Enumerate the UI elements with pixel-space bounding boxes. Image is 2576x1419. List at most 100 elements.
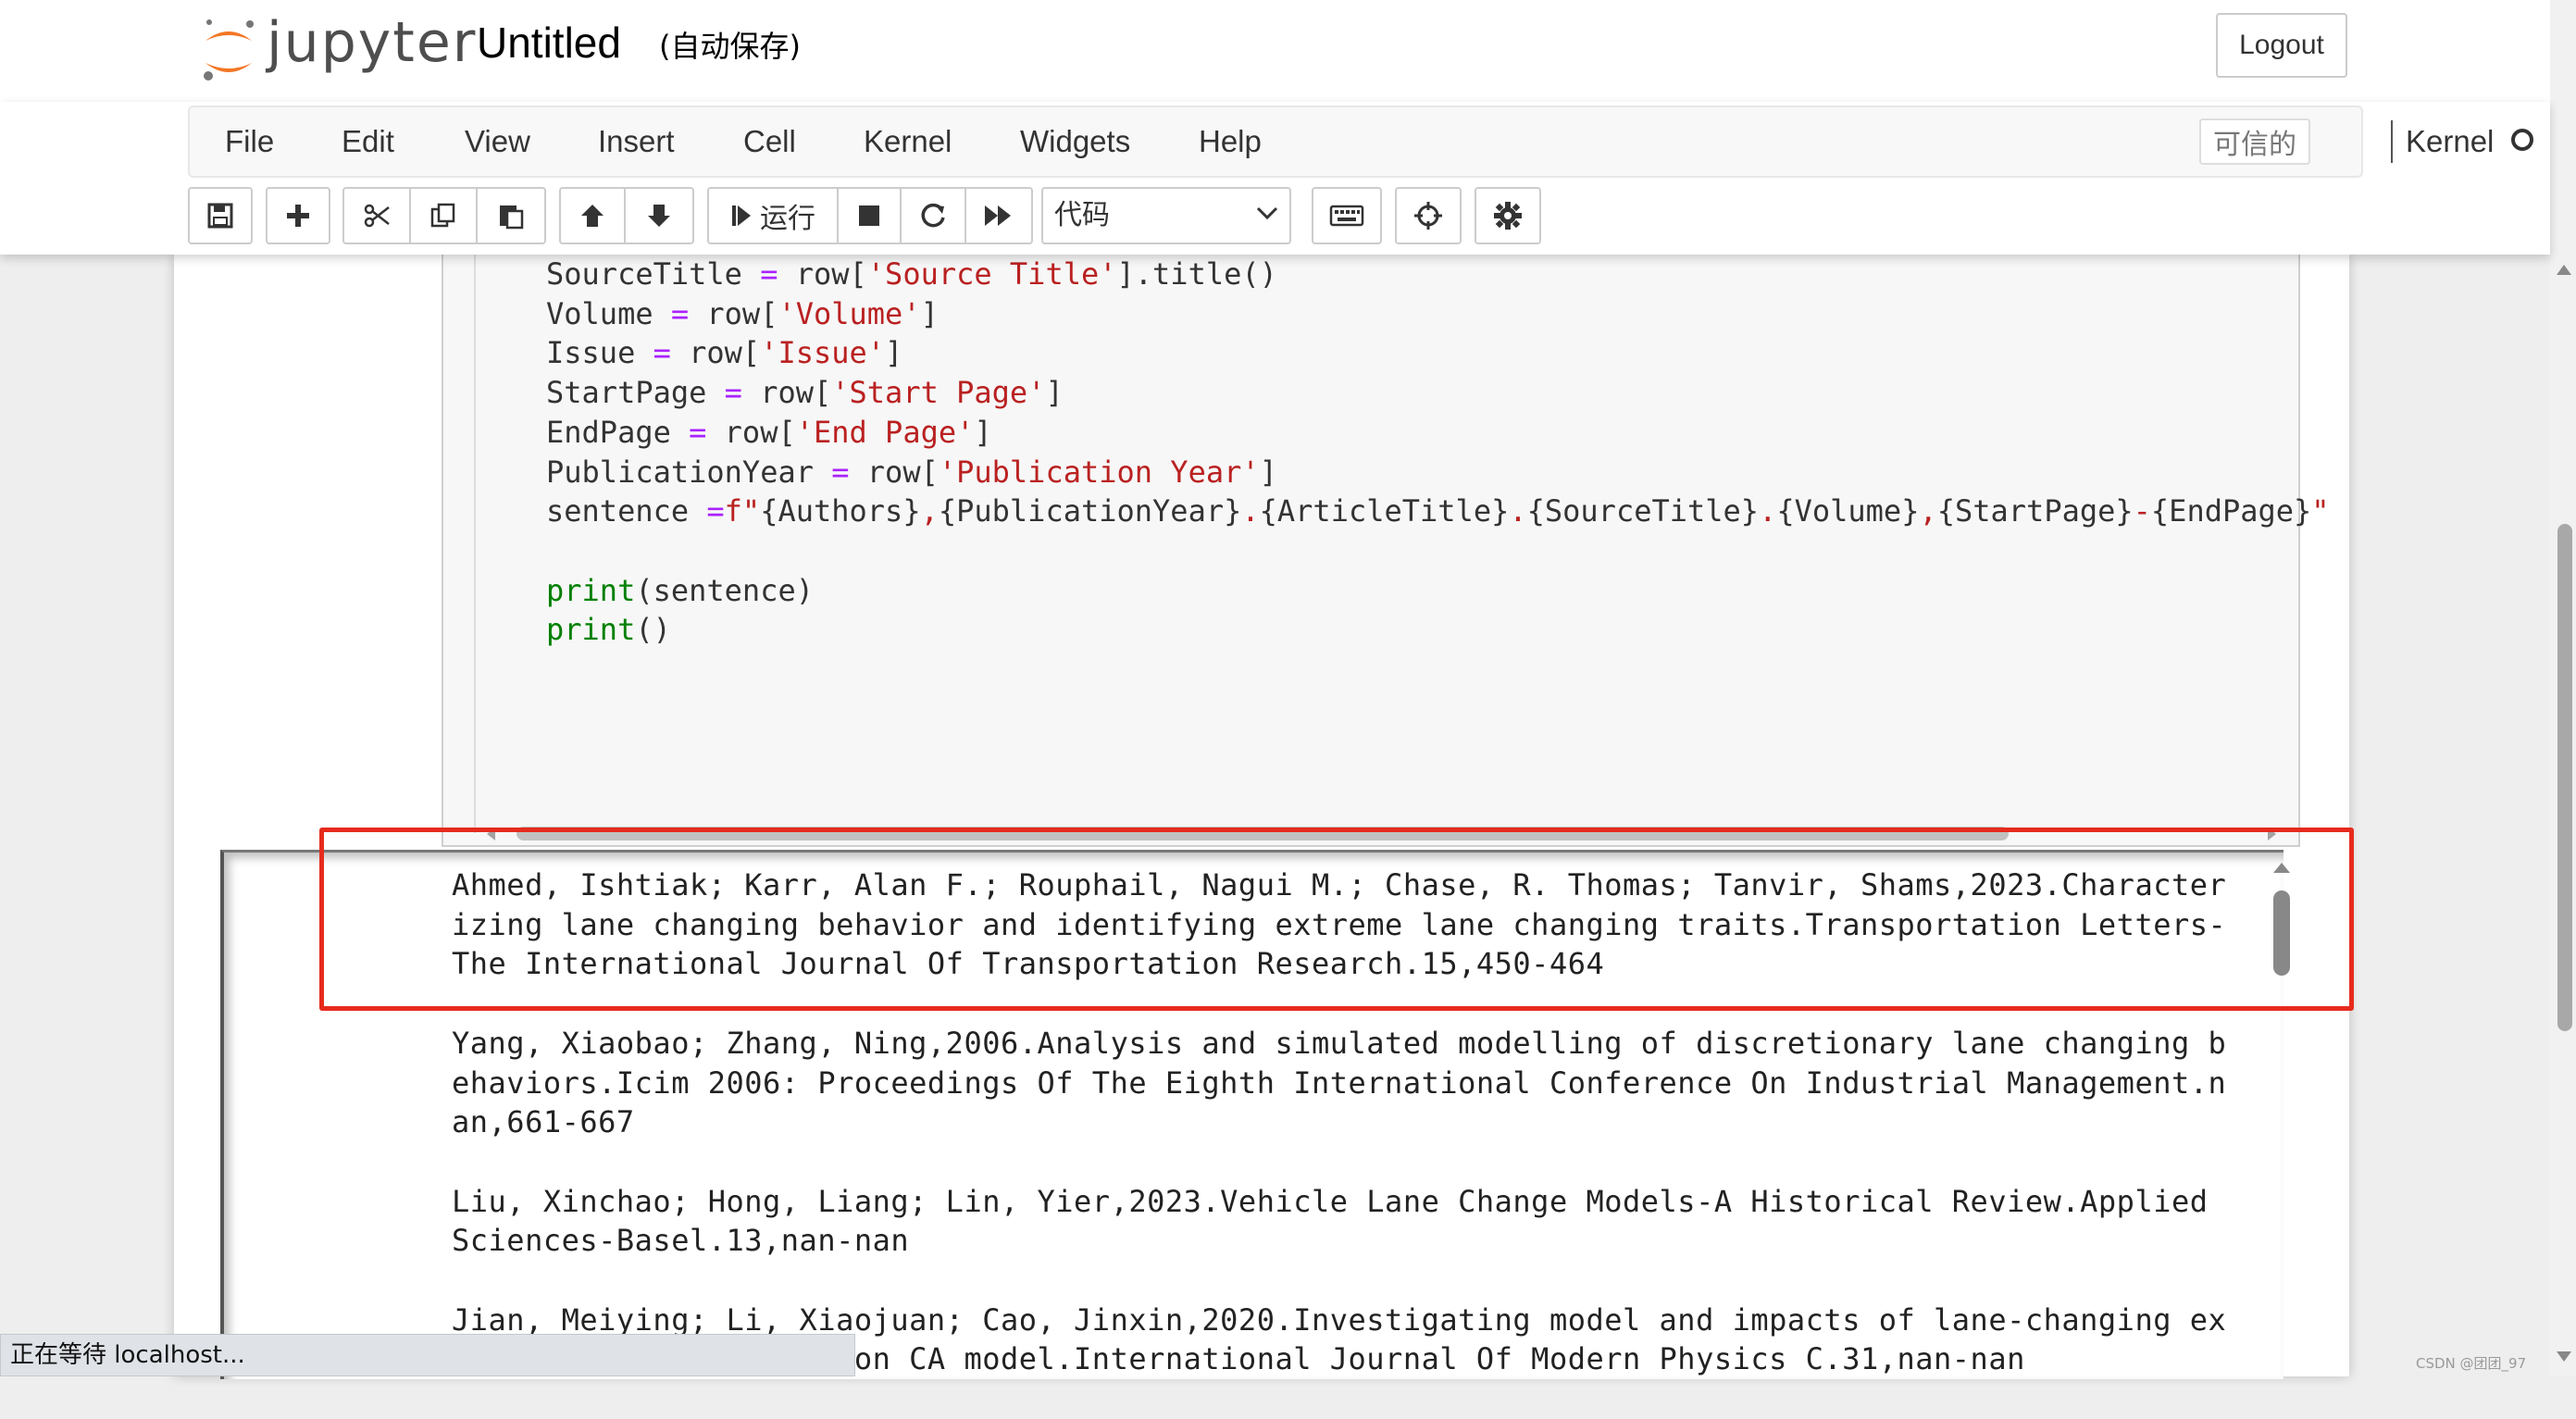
code-editor[interactable]: SourceTitle = row['Source Title'].title(…	[546, 255, 2330, 650]
cut-icon	[364, 204, 390, 228]
move-down-button[interactable]	[624, 187, 694, 244]
code-identifier: PublicationYear	[546, 454, 814, 490]
code-token: row[	[689, 335, 761, 371]
code-string: 'Source Title'	[866, 256, 1117, 292]
code-string: -	[2133, 493, 2151, 529]
step-forward-icon	[732, 205, 751, 226]
fstring-field: {EndPage}	[2150, 493, 2312, 529]
gear-icon	[1494, 202, 1522, 230]
code-string: .	[1241, 493, 1260, 529]
menu-help[interactable]: Help	[1199, 107, 1262, 176]
menu-insert[interactable]: Insert	[598, 107, 675, 176]
chevron-down-icon	[1256, 206, 1278, 220]
jupyter-logo[interactable]: jupyter	[194, 11, 475, 85]
move-up-button[interactable]	[559, 187, 626, 244]
copy-icon	[430, 203, 455, 228]
code-line: SourceTitle = row['Source Title'].title(…	[546, 256, 1277, 292]
code-token: row[	[795, 256, 867, 292]
code-string: ,	[1919, 493, 1937, 529]
restart-button[interactable]	[900, 187, 966, 244]
cell-type-select[interactable]: 代码	[1041, 187, 1291, 244]
menu-cell[interactable]: Cell	[743, 107, 796, 176]
code-operator: =	[813, 454, 867, 490]
code-identifier: StartPage	[546, 375, 707, 411]
code-line: EndPage = row['End Page']	[546, 415, 992, 450]
page-scroll-down-icon[interactable]	[2557, 1351, 2571, 1362]
code-string: f"	[724, 493, 761, 529]
header: jupyter Untitled (自动保存) Logout	[0, 0, 2550, 103]
code-string: "	[2311, 493, 2330, 529]
cut-button[interactable]	[342, 187, 411, 244]
red-highlight-annotation	[319, 828, 2354, 1011]
code-identifier: Volume	[546, 295, 653, 331]
run-label: 运行	[760, 203, 815, 235]
code-token: ]	[920, 295, 939, 331]
locate-cell-button[interactable]	[1395, 187, 1462, 244]
command-palette-button[interactable]	[1312, 187, 1382, 244]
code-string: 'Publication Year'	[938, 454, 1260, 490]
code-gutter	[474, 255, 476, 833]
code-operator: =	[670, 414, 725, 450]
menu-widgets[interactable]: Widgets	[1020, 107, 1130, 176]
code-line: print()	[546, 612, 671, 647]
logout-button[interactable]: Logout	[2216, 13, 2347, 78]
menu-view[interactable]: View	[465, 107, 530, 176]
run-button[interactable]: 运行	[707, 187, 839, 244]
trusted-indicator[interactable]: 可信的	[2199, 118, 2310, 165]
insert-cell-button[interactable]	[266, 187, 330, 244]
plus-icon	[287, 205, 309, 227]
code-token: row[	[760, 375, 832, 411]
code-string: 'End Page'	[795, 414, 975, 450]
code-string: .	[1759, 493, 1777, 529]
save-icon	[207, 203, 233, 229]
code-string: 'Volume'	[778, 295, 921, 331]
crosshair-icon	[1414, 202, 1442, 230]
save-button[interactable]	[188, 187, 253, 244]
menubar-container: File Edit View Insert Cell Kernel Widget…	[0, 102, 2550, 255]
code-string: 'Issue'	[760, 335, 886, 371]
code-line: Volume = row['Volume']	[546, 296, 939, 331]
code-string: 'Start Page'	[831, 375, 1046, 411]
output-line: Liu, Xinchao; Hong, Liang; Lin, Yier,202…	[452, 1183, 2227, 1259]
menu-kernel[interactable]: Kernel	[864, 107, 952, 176]
code-token: ].title()	[1116, 256, 1277, 292]
menu-file[interactable]: File	[225, 107, 274, 176]
code-token: ]	[885, 335, 903, 371]
kernel-idle-icon	[2511, 129, 2533, 151]
interrupt-button[interactable]	[837, 187, 902, 244]
paste-icon	[500, 205, 524, 230]
arrow-down-icon	[648, 205, 670, 227]
page-scroll-up-icon[interactable]	[2557, 265, 2571, 275]
paste-button[interactable]	[476, 187, 546, 244]
output-line: Yang, Xiaobao; Zhang, Ning,2006.Analysis…	[452, 1025, 2227, 1140]
kernel-name[interactable]: Kernel	[2406, 107, 2494, 176]
code-token: ]	[974, 414, 992, 450]
code-string: .	[1509, 493, 1527, 529]
menu-edit[interactable]: Edit	[342, 107, 394, 176]
code-identifier: Issue	[546, 335, 636, 371]
code-identifier: sentence	[546, 493, 707, 529]
code-token: (sentence)	[635, 572, 814, 608]
code-operator: =	[653, 295, 707, 331]
browser-status-bar: 正在等待 localhost...	[0, 1334, 855, 1376]
code-line: Issue = row['Issue']	[546, 335, 902, 370]
settings-button[interactable]	[1475, 187, 1541, 244]
copy-button[interactable]	[409, 187, 478, 244]
code-token: row[	[706, 295, 778, 331]
code-token: row[	[724, 414, 796, 450]
jupyter-logo-icon	[204, 19, 254, 81]
restart-run-all-button[interactable]	[964, 187, 1033, 244]
kernel-divider	[2391, 120, 2393, 163]
fstring-field: {StartPage}	[1936, 493, 2134, 529]
restart-icon	[921, 203, 945, 228]
code-token: ]	[1045, 375, 1064, 411]
code-line: PublicationYear = row['Publication Year'…	[546, 454, 1277, 490]
code-token: ()	[635, 612, 671, 648]
page-scrollbar-thumb[interactable]	[2557, 524, 2572, 1031]
notebook-name[interactable]: Untitled	[477, 15, 621, 70]
code-line: print(sentence)	[546, 573, 814, 608]
fstring-field: {Volume}	[1776, 493, 1920, 529]
code-token: ]	[1259, 454, 1277, 490]
code-operator: =	[635, 335, 690, 371]
code-operator: =	[706, 493, 725, 529]
